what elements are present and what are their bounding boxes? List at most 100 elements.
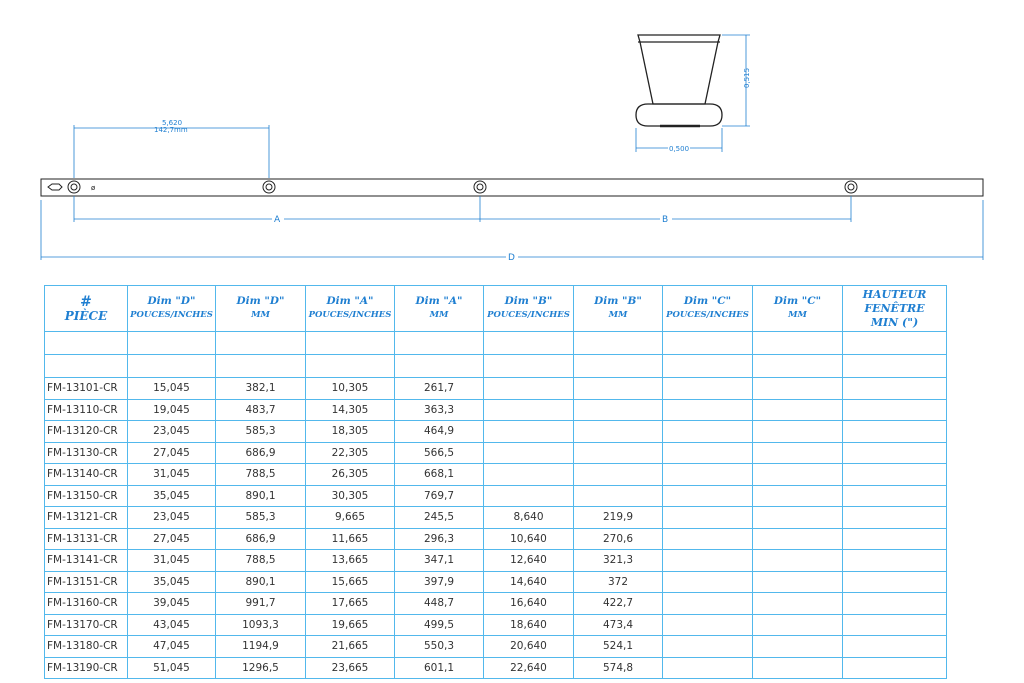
cell-dim-c-mm bbox=[752, 398, 843, 421]
cell-dim-a-inches: 18,305 bbox=[305, 420, 395, 443]
table-row: FM-13131-CR 27,045 686,9 11,665 296,3 10,640 2… bbox=[44, 527, 947, 550]
cell-dim-b-mm bbox=[573, 398, 663, 421]
cell-dim-d-inches: 27,045 bbox=[127, 527, 216, 550]
cell-dim-b-inches bbox=[483, 441, 574, 464]
cell-dim-d-mm: 483,7 bbox=[215, 398, 306, 421]
cell-part-number: FM-13160-CR bbox=[44, 592, 128, 615]
cell-dim-c-inches bbox=[662, 377, 753, 400]
cell-window-height-min bbox=[842, 506, 947, 529]
cell-window-height-min bbox=[842, 570, 947, 593]
cell-part-number: FM-13101-CR bbox=[44, 377, 128, 400]
cell-dim-b-inches: 20,640 bbox=[483, 635, 574, 658]
cell-dim-d-mm: 686,9 bbox=[215, 441, 306, 464]
cell-dim-d-inches: 35,045 bbox=[127, 484, 216, 507]
cell-part-number: FM-13150-CR bbox=[44, 484, 128, 507]
table-row: FM-13110-CR 19,045 483,7 14,305 363,3 bbox=[44, 398, 947, 421]
cell-dim-b-mm: 422,7 bbox=[573, 592, 663, 615]
table-row: FM-13120-CR 23,045 585,3 18,305 464,9 bbox=[44, 420, 947, 443]
cell-dim-b-mm: 321,3 bbox=[573, 549, 663, 572]
header-dim-c-mm: Dim "C" MM bbox=[752, 285, 843, 332]
cell-dim-c-inches bbox=[662, 484, 753, 507]
cell-window-height-min bbox=[842, 656, 947, 679]
table-row: FM-13150-CR 35,045 890,1 30,305 769,7 bbox=[44, 484, 947, 507]
cell-part-number: FM-13151-CR bbox=[44, 570, 128, 593]
profile-height-dim: 0,515 bbox=[743, 68, 751, 88]
cell-dim-b-inches: 14,640 bbox=[483, 570, 574, 593]
cell-dim-b-mm: 524,1 bbox=[573, 635, 663, 658]
cell-dim-d-inches: 23,045 bbox=[127, 420, 216, 443]
cell-dim-b-mm bbox=[573, 377, 663, 400]
cell-dim-c-mm bbox=[752, 463, 843, 486]
table-row: FM-13170-CR 43,045 1093,3 19,665 499,5 18,640… bbox=[44, 613, 947, 636]
cell-dim-a-mm: 245,5 bbox=[394, 506, 484, 529]
cell-dim-c-inches bbox=[662, 570, 753, 593]
cell-part-number: FM-13141-CR bbox=[44, 549, 128, 572]
cell-dim-d-mm: 788,5 bbox=[215, 463, 306, 486]
cell-window-height-min bbox=[842, 420, 947, 443]
cell-dim-c-inches bbox=[662, 398, 753, 421]
cell-dim-d-mm: 890,1 bbox=[215, 484, 306, 507]
cell-dim-a-mm: 296,3 bbox=[394, 527, 484, 550]
cell-dim-d-mm: 1194,9 bbox=[215, 635, 306, 658]
cell-dim-a-inches: 23,665 bbox=[305, 656, 395, 679]
profile-cross-section bbox=[635, 34, 723, 128]
cell-dim-c-inches bbox=[662, 592, 753, 615]
cell-dim-b-inches: 22,640 bbox=[483, 656, 574, 679]
cell-dim-a-inches: 30,305 bbox=[305, 484, 395, 507]
cell-dim-c-inches bbox=[662, 463, 753, 486]
cell-dim-a-inches: 9,665 bbox=[305, 506, 395, 529]
header-dim-d-mm: Dim "D" MM bbox=[215, 285, 306, 332]
cell-dim-c-mm bbox=[752, 527, 843, 550]
cell-dim-a-inches: 14,305 bbox=[305, 398, 395, 421]
table-row: FM-13180-CR 47,045 1194,9 21,665 550,3 20,640… bbox=[44, 635, 947, 658]
cell-dim-a-mm: 464,9 bbox=[394, 420, 484, 443]
cell-dim-c-mm bbox=[752, 656, 843, 679]
cell-dim-a-mm: 261,7 bbox=[394, 377, 484, 400]
cell-dim-c-mm bbox=[752, 441, 843, 464]
cell-dim-a-mm: 601,1 bbox=[394, 656, 484, 679]
cell-part-number: FM-13120-CR bbox=[44, 420, 128, 443]
cell-part-number: FM-13131-CR bbox=[44, 527, 128, 550]
table-row: FM-13140-CR 31,045 788,5 26,305 668,1 bbox=[44, 463, 947, 486]
cell-dim-b-mm bbox=[573, 441, 663, 464]
header-dim-d-inches: Dim "D" POUCES/INCHES bbox=[127, 285, 216, 332]
cell-dim-d-inches: 15,045 bbox=[127, 377, 216, 400]
cell-dim-a-mm: 499,5 bbox=[394, 613, 484, 636]
end-mark: ø bbox=[91, 184, 96, 192]
cell-dim-b-inches: 10,640 bbox=[483, 527, 574, 550]
header-dim-a-inches: Dim "A" POUCES/INCHES bbox=[305, 285, 395, 332]
cell-dim-d-mm: 1093,3 bbox=[215, 613, 306, 636]
cell-dim-a-mm: 448,7 bbox=[394, 592, 484, 615]
cell-dim-d-inches: 35,045 bbox=[127, 570, 216, 593]
cell-part-number: FM-13180-CR bbox=[44, 635, 128, 658]
table-header-row: # PIÈCE Dim "D" POUCES/INCHES Dim "D" MM D… bbox=[44, 285, 947, 332]
cell-dim-b-inches: 16,640 bbox=[483, 592, 574, 615]
header-dim-a-mm: Dim "A" MM bbox=[394, 285, 484, 332]
cell-dim-a-mm: 347,1 bbox=[394, 549, 484, 572]
offset-dim-mm: 142,7mm bbox=[154, 126, 188, 134]
cell-dim-c-inches bbox=[662, 506, 753, 529]
table-row: FM-13101-CR 15,045 382,1 10,305 261,7 bbox=[44, 377, 947, 400]
cell-dim-c-inches bbox=[662, 441, 753, 464]
cell-dim-b-inches: 8,640 bbox=[483, 506, 574, 529]
table-row: FM-13121-CR 23,045 585,3 9,665 245,5 8,640 219… bbox=[44, 506, 947, 529]
cell-dim-b-inches bbox=[483, 377, 574, 400]
cell-window-height-min bbox=[842, 635, 947, 658]
cell-dim-a-mm: 397,9 bbox=[394, 570, 484, 593]
cell-part-number: FM-13121-CR bbox=[44, 506, 128, 529]
cell-window-height-min bbox=[842, 463, 947, 486]
cell-dim-d-inches: 27,045 bbox=[127, 441, 216, 464]
cell-dim-c-inches bbox=[662, 613, 753, 636]
header-dim-c-inches: Dim "C" POUCES/INCHES bbox=[662, 285, 753, 332]
cell-dim-a-inches: 10,305 bbox=[305, 377, 395, 400]
cell-dim-a-inches: 17,665 bbox=[305, 592, 395, 615]
cell-dim-a-inches: 11,665 bbox=[305, 527, 395, 550]
cell-dim-a-mm: 668,1 bbox=[394, 463, 484, 486]
cell-dim-d-inches: 39,045 bbox=[127, 592, 216, 615]
cell-dim-d-inches: 51,045 bbox=[127, 656, 216, 679]
cell-dim-c-mm bbox=[752, 613, 843, 636]
table-row-blank bbox=[44, 354, 947, 378]
cell-dim-d-inches: 47,045 bbox=[127, 635, 216, 658]
cell-dim-a-inches: 13,665 bbox=[305, 549, 395, 572]
table-body: FM-13101-CR 15,045 382,1 10,305 261,7 FM-1311… bbox=[44, 331, 947, 679]
